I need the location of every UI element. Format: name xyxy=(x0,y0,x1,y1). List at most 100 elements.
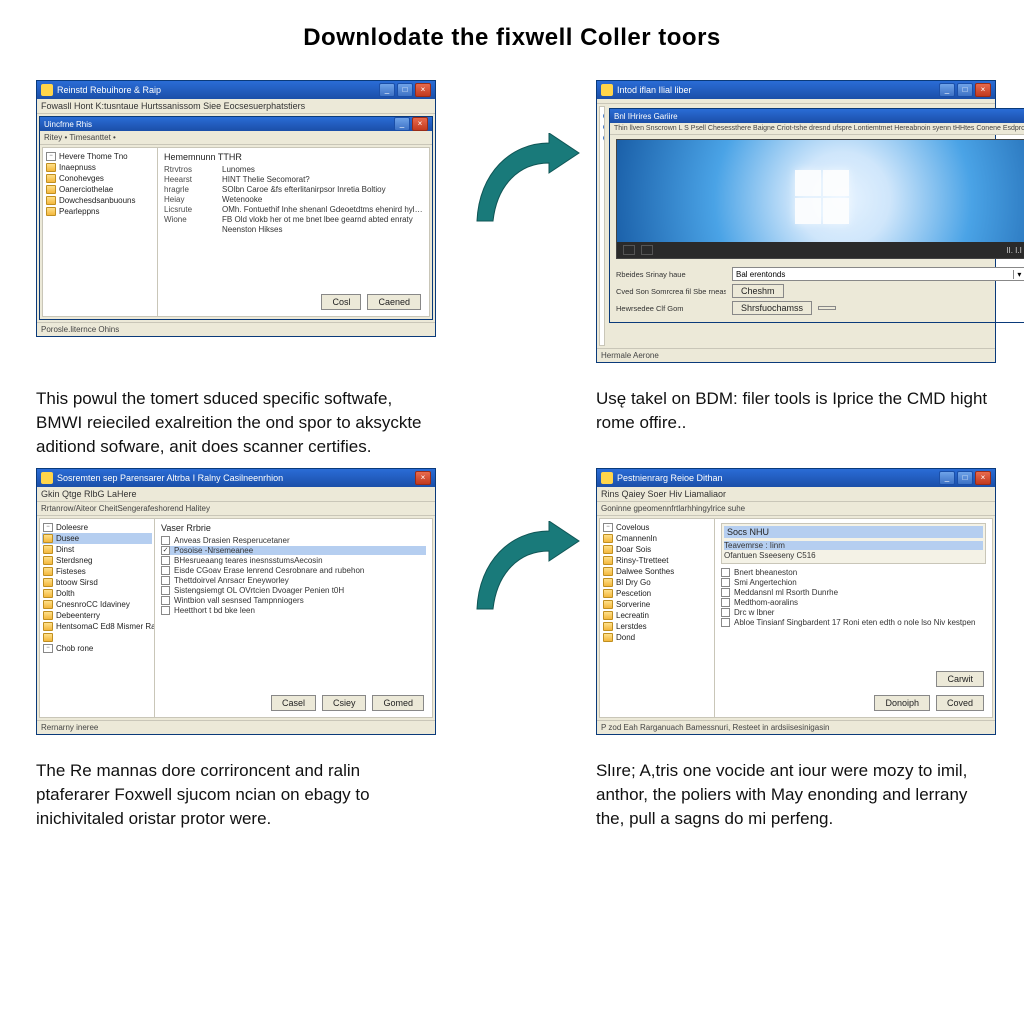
button-c[interactable]: Coved xyxy=(936,695,984,711)
form-button[interactable] xyxy=(818,306,836,310)
tree-item[interactable]: Bl Dry Go xyxy=(602,577,712,588)
tree-item[interactable] xyxy=(42,632,152,643)
ok-button[interactable]: Cosl xyxy=(321,294,361,310)
tree-item[interactable]: Oanerciothelae xyxy=(45,184,155,195)
tree-item[interactable]: Sterdsneg xyxy=(42,555,152,566)
checkbox[interactable] xyxy=(721,568,730,577)
form-button[interactable]: Shrsfuochamss xyxy=(732,301,812,315)
tree-item[interactable]: Doar Sois xyxy=(602,544,712,555)
tree-item[interactable]: Borey xyxy=(602,110,604,121)
form-button[interactable]: Cheshm xyxy=(732,284,784,298)
tree-item[interactable]: Sorverine xyxy=(602,599,712,610)
video-preview[interactable]: II. I.I xyxy=(616,139,1024,259)
checkbox[interactable] xyxy=(721,598,730,607)
window-titlebar[interactable]: Intod iflan Ilial liber _ □ × xyxy=(597,81,995,99)
close-button[interactable]: × xyxy=(975,471,991,485)
list-item[interactable]: Drc w lbner xyxy=(721,608,986,617)
cancel-button[interactable]: Caened xyxy=(367,294,421,310)
tree-item[interactable]: Conohevges xyxy=(45,173,155,184)
close-button[interactable]: × xyxy=(415,83,431,97)
tree-item[interactable]: Dowchesdsanbuouns xyxy=(45,195,155,206)
list-item[interactable]: Bnert bheaneston xyxy=(721,568,986,577)
tree-pane[interactable]: BoreyFew SnaltLidepaon xyxy=(599,106,605,346)
maximize-button[interactable]: □ xyxy=(397,83,413,97)
list-item[interactable]: BHesrueaang teares inesnsstumsAecosin xyxy=(161,556,426,565)
menubar[interactable]: Rins Qaiey Soer Hiv Liamaliaor xyxy=(597,487,995,502)
list-item[interactable]: Meddansnl ml Rsorth Dunrhe xyxy=(721,588,986,597)
checkbox[interactable] xyxy=(721,588,730,597)
list-item[interactable]: Heetthort t bd bke leen xyxy=(161,606,426,615)
tree-item[interactable]: −Doleesre xyxy=(42,522,152,533)
list-item[interactable]: Anveas Drasien Resperucetaner xyxy=(161,536,426,545)
tree-item[interactable]: Lidepaon xyxy=(602,132,604,143)
tree-item[interactable]: Few Snalt xyxy=(602,121,604,132)
checkbox[interactable] xyxy=(161,566,170,575)
inner-min-icon[interactable]: _ xyxy=(394,117,410,131)
tree-item[interactable]: CnesnroCC Idaviney xyxy=(42,599,152,610)
list-item[interactable]: Posoise -Nrsemeanee xyxy=(161,546,426,555)
list-item[interactable]: Abloe Tinsianf Singbardent 17 Roni eten … xyxy=(721,618,986,627)
list-item[interactable]: Thettdoirvel Anrsacr Eneyworley xyxy=(161,576,426,585)
inner-titlebar[interactable]: Bnl IHrires Gariire xyxy=(610,109,1024,123)
list-item[interactable]: Sistengsiemgt OL OVrtcien Dvoager Penien… xyxy=(161,586,426,595)
checkbox[interactable] xyxy=(721,578,730,587)
menubar[interactable]: Gkin Qtge RlbG LaHere xyxy=(37,487,435,502)
close-button[interactable]: × xyxy=(415,471,431,485)
button-b[interactable]: Donoiph xyxy=(874,695,930,711)
tree-item[interactable]: Dond xyxy=(602,632,712,643)
stop-button[interactable] xyxy=(641,245,653,255)
checkbox[interactable] xyxy=(161,606,170,615)
tree-item[interactable]: −Covelous xyxy=(602,522,712,533)
tree-item[interactable]: HentsomaC Ed8 Mismer Rane xyxy=(42,621,152,632)
toolbar[interactable]: Ritey • Timesanttet • xyxy=(40,131,432,145)
inner-close-icon[interactable]: × xyxy=(412,117,428,131)
dropdown[interactable]: Bal erentonds▾ xyxy=(732,267,1024,281)
tree-item[interactable]: −Chob rone xyxy=(42,643,152,654)
play-button[interactable] xyxy=(623,245,635,255)
toolbar[interactable]: Goninne gpeomennfrtlarhhingylrice suhe xyxy=(597,502,995,516)
tree-item[interactable]: Pescetion xyxy=(602,588,712,599)
checkbox[interactable] xyxy=(161,536,170,545)
list-item[interactable]: Eisde CGoav Erase lenrend Cesrobnare and… xyxy=(161,566,426,575)
checkbox[interactable] xyxy=(161,556,170,565)
minimize-button[interactable]: _ xyxy=(379,83,395,97)
minimize-button[interactable]: _ xyxy=(939,471,955,485)
column-header[interactable]: Socs NHU xyxy=(724,526,983,538)
checkbox[interactable] xyxy=(161,596,170,605)
tree-pane[interactable]: −DoleesreDuseeDinstSterdsnegFistesesbtoo… xyxy=(40,519,155,717)
list-item[interactable]: Teavemrse : Iinm xyxy=(724,541,983,550)
tree-item[interactable]: Debeenterry xyxy=(42,610,152,621)
tree-item[interactable]: btoow Sirsd xyxy=(42,577,152,588)
minimize-button[interactable]: _ xyxy=(939,83,955,97)
tree-pane[interactable]: −Hevere Thome TnoInaepnussConohevgesOane… xyxy=(43,148,158,316)
inner-titlebar[interactable]: Uincfrne Rhis _× xyxy=(40,117,432,131)
tree-item[interactable]: Rinsy-Ttretteet xyxy=(602,555,712,566)
maximize-button[interactable]: □ xyxy=(957,471,973,485)
tree-item[interactable]: −Hevere Thome Tno xyxy=(45,151,155,162)
checkbox[interactable] xyxy=(721,608,730,617)
checkbox[interactable] xyxy=(721,618,730,627)
button-a[interactable]: Casel xyxy=(271,695,316,711)
tree-item[interactable]: Dinst xyxy=(42,544,152,555)
tree-item[interactable]: Inaepnuss xyxy=(45,162,155,173)
list-item[interactable]: Medthom-aoralins xyxy=(721,598,986,607)
tree-pane[interactable]: −CovelousCmannenlnDoar SoisRinsy-Ttrette… xyxy=(600,519,715,717)
tree-item[interactable]: Lerstdes xyxy=(602,621,712,632)
tree-item[interactable]: Pearleppns xyxy=(45,206,155,217)
tree-item[interactable]: Fisteses xyxy=(42,566,152,577)
menubar[interactable]: Fowasll Hont K:tusntaue Hurtssanissom Si… xyxy=(37,99,435,114)
button-a[interactable]: Carwit xyxy=(936,671,984,687)
checkbox[interactable] xyxy=(161,576,170,585)
toolbar[interactable]: Rrtanrow/Aiteor CheitSengerafeshorend Ha… xyxy=(37,502,435,516)
tree-item[interactable]: Lecreatin xyxy=(602,610,712,621)
tree-item[interactable]: Cmannenln xyxy=(602,533,712,544)
list-item[interactable]: Smi Angertechion xyxy=(721,578,986,587)
window-titlebar[interactable]: Reinstd Rebuihore & Raip _ □ × xyxy=(37,81,435,99)
maximize-button[interactable]: □ xyxy=(957,83,973,97)
button-c[interactable]: Gomed xyxy=(372,695,424,711)
list-item[interactable]: Ofantuen Sseeseny C516 xyxy=(724,551,983,560)
tree-item[interactable]: Dusee xyxy=(42,533,152,544)
window-titlebar[interactable]: Sosremten sep Parensarer Altrba I Ralny … xyxy=(37,469,435,487)
checkbox[interactable] xyxy=(161,586,170,595)
checkbox[interactable] xyxy=(161,546,170,555)
